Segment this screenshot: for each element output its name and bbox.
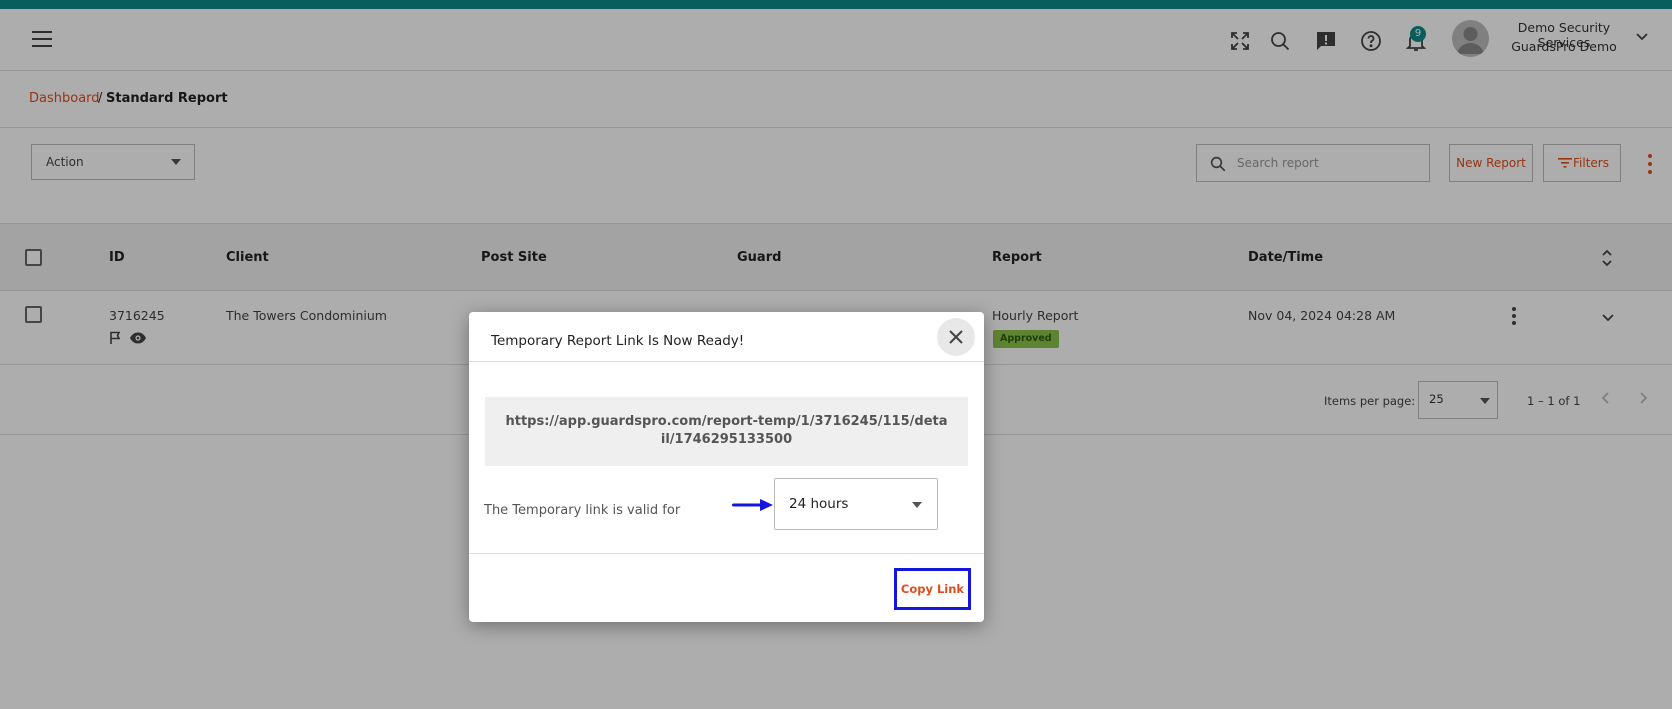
validity-duration-value: 24 hours [789,496,849,512]
copy-link-button[interactable]: Copy Link [894,568,971,610]
pointer-arrow-icon [732,499,773,511]
validity-label: The Temporary link is valid for [484,503,681,518]
validity-duration-select[interactable]: 24 hours [774,478,938,530]
temporary-link-text: https://app.guardspro.com/report-temp/1/… [505,414,948,447]
caret-down-icon [912,502,922,508]
dialog-footer-divider [469,553,984,554]
close-button[interactable] [937,318,975,356]
close-icon [949,330,963,344]
temporary-link-box: https://app.guardspro.com/report-temp/1/… [485,397,968,466]
temporary-link-dialog: Temporary Report Link Is Now Ready! http… [469,312,984,622]
dialog-header-divider [469,361,984,362]
dialog-title: Temporary Report Link Is Now Ready! [491,333,745,349]
